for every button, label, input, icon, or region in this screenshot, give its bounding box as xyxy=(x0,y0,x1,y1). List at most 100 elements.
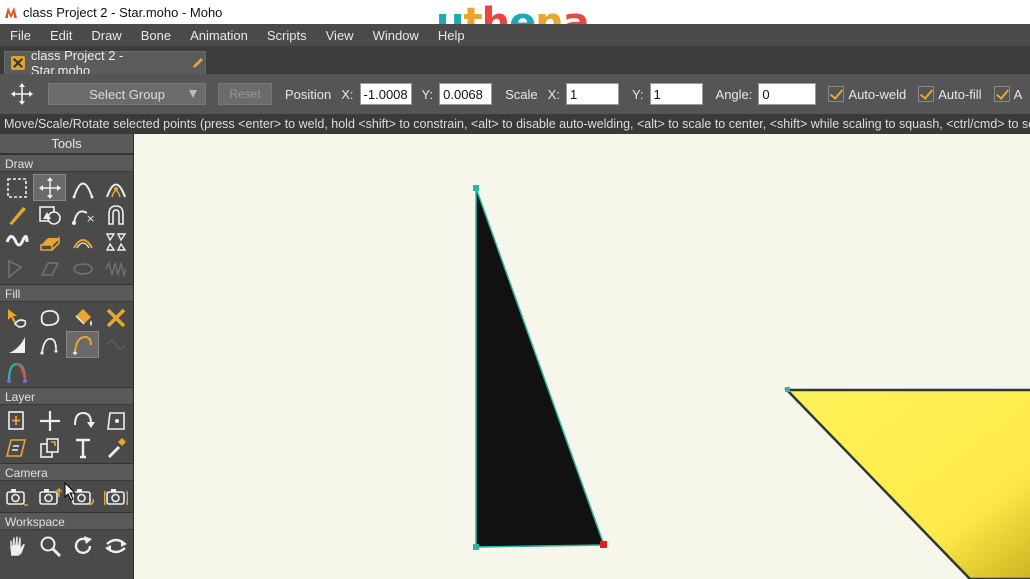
eyedropper-icon xyxy=(107,437,126,458)
scale-x-field[interactable] xyxy=(565,83,619,105)
orbit-workspace-icon xyxy=(104,538,127,553)
tool-orbit-workspace-button[interactable] xyxy=(99,532,132,559)
close-tab-icon[interactable] xyxy=(11,56,25,70)
tool-rotate-workspace-button[interactable] xyxy=(66,532,99,559)
triangle-selected-point[interactable] xyxy=(600,541,607,548)
menu-animation[interactable]: Animation xyxy=(180,28,257,43)
scale-x-label: X: xyxy=(547,86,560,102)
triangle-top-point[interactable] xyxy=(473,185,479,191)
tool-text-button[interactable] xyxy=(66,434,99,461)
tool-transform-points-button[interactable] xyxy=(33,174,66,201)
tool-warp-button[interactable] xyxy=(66,255,99,282)
tool-pan-tilt-camera-button[interactable] xyxy=(99,483,132,510)
tool-noise-button[interactable] xyxy=(33,255,66,282)
menu-draw[interactable]: Draw xyxy=(81,28,130,43)
triangle-bottom-left-point[interactable] xyxy=(473,544,479,550)
eraser-icon xyxy=(39,235,60,251)
tool-rotate-layer-button[interactable] xyxy=(66,407,99,434)
tool-switch-layer-button[interactable] xyxy=(33,434,66,461)
menu-window[interactable]: Window xyxy=(363,28,428,43)
tool-magnet-button[interactable] xyxy=(99,201,132,228)
bend-points-icon xyxy=(7,259,22,279)
position-x-field[interactable] xyxy=(359,83,412,105)
tool-bend-points-button[interactable] xyxy=(0,255,33,282)
rotate-layer-icon xyxy=(73,411,95,428)
tool-shear-points-button[interactable] xyxy=(99,228,132,255)
black-triangle-shape[interactable] xyxy=(475,187,606,548)
auto-fill-checkbox[interactable]: Auto-fill xyxy=(918,86,982,102)
zoom-camera-icon xyxy=(38,487,62,505)
tool-delete-edge-button[interactable]: × xyxy=(66,201,99,228)
tool-color-points-button[interactable] xyxy=(0,358,33,385)
tool-eraser-button[interactable] xyxy=(33,228,66,255)
set-origin-icon xyxy=(106,411,125,430)
tool-curve-profile-button[interactable] xyxy=(99,255,132,282)
tool-shear-layer-button[interactable] xyxy=(0,434,33,461)
star-point[interactable] xyxy=(785,387,790,392)
tool-curve-exposure-button[interactable] xyxy=(99,331,132,358)
tool-scale-layer-button[interactable] xyxy=(33,407,66,434)
angle-field[interactable] xyxy=(758,83,817,105)
yellow-star-shape[interactable] xyxy=(784,388,1030,579)
tool-set-origin-button[interactable] xyxy=(99,407,132,434)
tool-stroke-exposure-button[interactable] xyxy=(66,331,99,358)
layer-tools-grid xyxy=(0,405,133,463)
section-fill: Fill xyxy=(0,284,133,302)
tool-eyedropper-button[interactable] xyxy=(99,434,132,461)
tool-track-camera-button[interactable] xyxy=(0,483,33,510)
tool-freehand-button[interactable] xyxy=(0,201,33,228)
auto-stroke-label: A xyxy=(1013,86,1023,102)
move-icon xyxy=(11,83,33,105)
tool-create-shape-button[interactable] xyxy=(33,304,66,331)
tool-delete-shape-button[interactable] xyxy=(99,304,132,331)
menu-scripts[interactable]: Scripts xyxy=(257,28,316,43)
tool-options-bar: Select Group Reset Position X: Y: Scale … xyxy=(0,74,1030,114)
noise-icon xyxy=(40,261,59,276)
shear-layer-icon xyxy=(5,438,26,457)
tool-hand-pan-button[interactable] xyxy=(0,532,33,559)
draw-tools-grid: × xyxy=(0,172,133,284)
curve-exposure-icon xyxy=(105,339,126,350)
tab-document[interactable]: class Project 2 - Star.moho xyxy=(4,48,206,78)
section-workspace: Workspace xyxy=(0,512,133,530)
menu-file[interactable]: File xyxy=(0,28,40,43)
position-y-field[interactable] xyxy=(439,83,493,105)
select-group-dropdown[interactable]: Select Group xyxy=(48,83,206,105)
tool-shape-button[interactable] xyxy=(33,201,66,228)
menu-bone[interactable]: Bone xyxy=(131,28,180,43)
tool-zoom-camera-button[interactable] xyxy=(33,483,66,510)
delete-edge-icon: × xyxy=(71,209,95,225)
window-title: class Project 2 - Star.moho - Moho xyxy=(23,4,223,20)
auto-stroke-checkbox[interactable]: A xyxy=(993,86,1023,102)
auto-weld-checkbox[interactable]: Auto-weld xyxy=(828,86,906,102)
tool-perspective-points-button[interactable] xyxy=(66,228,99,255)
tool-zoom-button[interactable] xyxy=(33,532,66,559)
tool-line-width-button[interactable] xyxy=(0,331,33,358)
tool-select-shape-button[interactable] xyxy=(0,304,33,331)
tool-translate-layer-button[interactable] xyxy=(0,407,33,434)
shape-icon xyxy=(38,205,61,225)
reset-button[interactable]: Reset xyxy=(218,83,272,105)
tool-add-point-button[interactable] xyxy=(66,174,99,201)
menu-bar: File Edit Draw Bone Animation Scripts View Wind… xyxy=(0,24,1030,46)
checkbox-checked-icon xyxy=(828,86,845,102)
blob-brush-icon xyxy=(5,234,28,246)
tool-select-points-button[interactable] xyxy=(0,174,33,201)
tool-hide-edge-button[interactable] xyxy=(33,331,66,358)
tool-curvature-button[interactable] xyxy=(99,174,132,201)
curvature-icon xyxy=(105,183,126,197)
scale-y-field[interactable] xyxy=(649,83,703,105)
menu-view[interactable]: View xyxy=(316,28,363,43)
menu-edit[interactable]: Edit xyxy=(40,28,81,43)
zoom-icon xyxy=(40,536,61,557)
menu-help[interactable]: Help xyxy=(428,28,474,43)
magnet-icon xyxy=(107,204,124,225)
drawing-canvas[interactable] xyxy=(135,134,1030,579)
tool-blob-brush-button[interactable] xyxy=(0,228,33,255)
tools-header: Tools xyxy=(0,134,133,154)
tool-paint-bucket-button[interactable] xyxy=(66,304,99,331)
warp-icon xyxy=(72,262,93,275)
hand-pan-icon xyxy=(9,535,25,556)
document-tab-strip: class Project 2 - Star.moho xyxy=(0,46,1030,78)
canvas-artwork xyxy=(473,185,1030,579)
